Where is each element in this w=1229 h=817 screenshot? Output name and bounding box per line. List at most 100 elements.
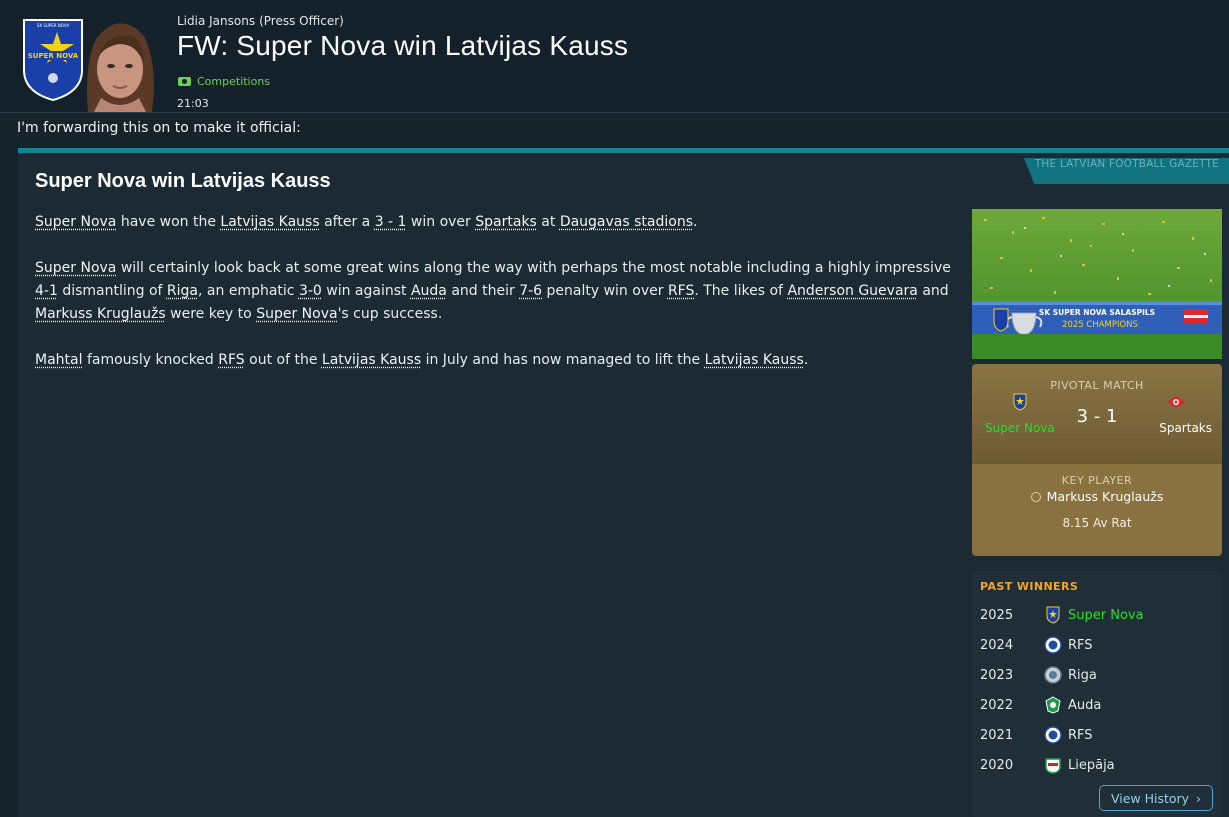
riga-badge-icon bbox=[1044, 666, 1062, 684]
banner-club-name: SK SUPER NOVA SALASPILS bbox=[1039, 308, 1155, 317]
winner-team[interactable]: Super Nova bbox=[1068, 608, 1144, 623]
winner-year: 2024 bbox=[980, 638, 1014, 653]
intro-text: I'm forwarding this on to make it offici… bbox=[17, 120, 301, 136]
winner-team[interactable]: RFS bbox=[1068, 728, 1093, 743]
past-winner-row[interactable]: 2024 RFS bbox=[972, 631, 1222, 661]
view-history-button[interactable]: View History › bbox=[1099, 785, 1213, 811]
spartaks-badge-icon bbox=[1167, 396, 1185, 408]
text: penalty win over bbox=[542, 283, 668, 299]
text: in July and has now managed to lift the bbox=[421, 352, 705, 368]
link-latvijas-kauss[interactable]: Latvijas Kauss bbox=[705, 352, 804, 368]
winner-team[interactable]: Auda bbox=[1068, 698, 1101, 713]
past-winner-row[interactable]: 2025 Super Nova bbox=[972, 601, 1222, 631]
rfs-badge-icon bbox=[1044, 726, 1062, 744]
text: were key to bbox=[165, 306, 257, 322]
auda-badge-icon bbox=[1045, 696, 1061, 714]
winner-year: 2023 bbox=[980, 668, 1014, 683]
link-stadium[interactable]: Daugavas stadions bbox=[560, 214, 693, 230]
text: famously knocked bbox=[82, 352, 219, 368]
text: will certainly look back at some great w… bbox=[116, 260, 951, 276]
link-riga[interactable]: Riga bbox=[167, 283, 198, 299]
rfs-badge-icon bbox=[1044, 636, 1062, 654]
text: . bbox=[693, 214, 698, 230]
press-officer-avatar[interactable] bbox=[76, 14, 162, 112]
winner-team[interactable]: Liepāja bbox=[1068, 758, 1115, 773]
past-winner-row[interactable]: 2022 Auda bbox=[972, 691, 1222, 721]
past-winner-row[interactable]: 2023 Riga bbox=[972, 661, 1222, 691]
link-match-score[interactable]: 3-0 bbox=[299, 283, 322, 299]
link-mahtal[interactable]: Mahtal bbox=[35, 352, 83, 368]
winner-year: 2022 bbox=[980, 698, 1014, 713]
liepaja-badge-icon bbox=[1045, 758, 1061, 774]
text: have won the bbox=[116, 214, 221, 230]
banner-caption: 2025 CHAMPIONS bbox=[1062, 320, 1138, 330]
link-rfs[interactable]: RFS bbox=[218, 352, 244, 368]
trophy-scene: SK SUPER NOVA SALASPILS 2025 CHAMPIONS bbox=[972, 209, 1222, 359]
link-match-score[interactable]: 3 - 1 bbox=[375, 214, 407, 230]
text: out of the bbox=[244, 352, 322, 368]
text: , an emphatic bbox=[198, 283, 299, 299]
paragraph-3: Mahtal famously knocked RFS out of the L… bbox=[35, 349, 965, 372]
newspaper-name: THE LATVIAN FOOTBALL GAZETTE bbox=[1034, 158, 1219, 170]
link-anderson-guevara[interactable]: Anderson Guevara bbox=[787, 283, 917, 299]
link-markuss-kruglauzs[interactable]: Markuss Kruglaužs bbox=[35, 306, 166, 322]
key-player-rating: 8.15 Av Rat bbox=[1062, 516, 1132, 530]
text: win over bbox=[406, 214, 476, 230]
message-time: 21:03 bbox=[177, 97, 209, 110]
sender: Lidia Jansons (Press Officer) bbox=[177, 14, 344, 28]
category-label: Competitions bbox=[197, 75, 271, 88]
paragraph-2: Super Nova will certainly look back at s… bbox=[35, 257, 965, 326]
message-subject: FW: Super Nova win Latvijas Kauss bbox=[177, 30, 629, 61]
chevron-right-icon: › bbox=[1196, 791, 1202, 806]
category-tag: Competitions bbox=[178, 75, 270, 88]
past-winner-row[interactable]: 2021 RFS bbox=[972, 721, 1222, 751]
player-icon bbox=[1030, 492, 1041, 502]
article-headline: Super Nova win Latvijas Kauss bbox=[35, 170, 331, 192]
svg-text:SUPER NOVA: SUPER NOVA bbox=[28, 52, 79, 60]
away-team[interactable]: Spartaks bbox=[1159, 421, 1212, 435]
link-latvijas-kauss[interactable]: Latvijas Kauss bbox=[220, 214, 319, 230]
past-winner-row[interactable]: 2020 Liepāja bbox=[972, 751, 1222, 781]
text: after a bbox=[319, 214, 375, 230]
trophy-celebration-image: SK SUPER NOVA SALASPILS 2025 CHAMPIONS bbox=[972, 209, 1222, 359]
news-article: THE LATVIAN FOOTBALL GAZETTE Super Nova … bbox=[18, 148, 1229, 817]
text: win against bbox=[321, 283, 411, 299]
pivotal-match-panel[interactable]: PIVOTAL MATCH Super Nova 3 - 1 Spartaks bbox=[972, 364, 1222, 464]
sender-role: (Press Officer) bbox=[259, 14, 344, 28]
article-body: Super Nova have won the Latvijas Kauss a… bbox=[35, 211, 965, 395]
supernova-badge-icon bbox=[1046, 606, 1060, 624]
past-winners-panel: PAST WINNERS 2025 Super Nova 2024 RFS 20… bbox=[972, 571, 1222, 817]
link-super-nova[interactable]: Super Nova bbox=[256, 306, 337, 322]
winner-team[interactable]: Riga bbox=[1068, 668, 1097, 683]
link-auda[interactable]: Auda bbox=[411, 283, 447, 299]
key-player-name-text: Markuss Kruglaužs bbox=[1046, 489, 1164, 504]
winner-year: 2020 bbox=[980, 758, 1014, 773]
link-spartaks[interactable]: Spartaks bbox=[475, 214, 537, 230]
link-rfs[interactable]: RFS bbox=[668, 283, 694, 299]
text: and their bbox=[446, 283, 520, 299]
text: dismantling of bbox=[57, 283, 167, 299]
sender-name[interactable]: Lidia Jansons bbox=[177, 14, 255, 28]
winner-team[interactable]: RFS bbox=[1068, 638, 1093, 653]
paragraph-1: Super Nova have won the Latvijas Kauss a… bbox=[35, 211, 965, 234]
winner-year: 2021 bbox=[980, 728, 1014, 743]
view-history-label: View History bbox=[1110, 791, 1190, 806]
past-winners-title: PAST WINNERS bbox=[980, 580, 1079, 593]
pivotal-match-title: PIVOTAL MATCH bbox=[1050, 379, 1144, 392]
tag-icon bbox=[178, 77, 191, 86]
link-super-nova[interactable]: Super Nova bbox=[35, 260, 116, 276]
link-latvijas-kauss[interactable]: Latvijas Kauss bbox=[322, 352, 421, 368]
text: at bbox=[536, 214, 560, 230]
link-match-score[interactable]: 4-1 bbox=[35, 283, 58, 299]
text: and bbox=[917, 283, 949, 299]
link-super-nova[interactable]: Super Nova bbox=[35, 214, 116, 230]
text: . The likes of bbox=[694, 283, 788, 299]
key-player-name[interactable]: Markuss Kruglaužs bbox=[972, 489, 1222, 504]
winner-year: 2025 bbox=[980, 608, 1014, 623]
message-header: SUPER NOVA SK SUPER NOVA Lidia Jansons (P… bbox=[0, 0, 1229, 113]
key-player-panel[interactable]: KEY PLAYER Markuss Kruglaužs 8.15 Av Rat bbox=[972, 464, 1222, 556]
key-player-title: KEY PLAYER bbox=[1061, 474, 1133, 487]
club-badge-icon[interactable]: SUPER NOVA SK SUPER NOVA bbox=[22, 18, 84, 102]
link-match-score[interactable]: 7-6 bbox=[519, 283, 542, 299]
svg-text:SK SUPER NOVA: SK SUPER NOVA bbox=[37, 23, 69, 28]
